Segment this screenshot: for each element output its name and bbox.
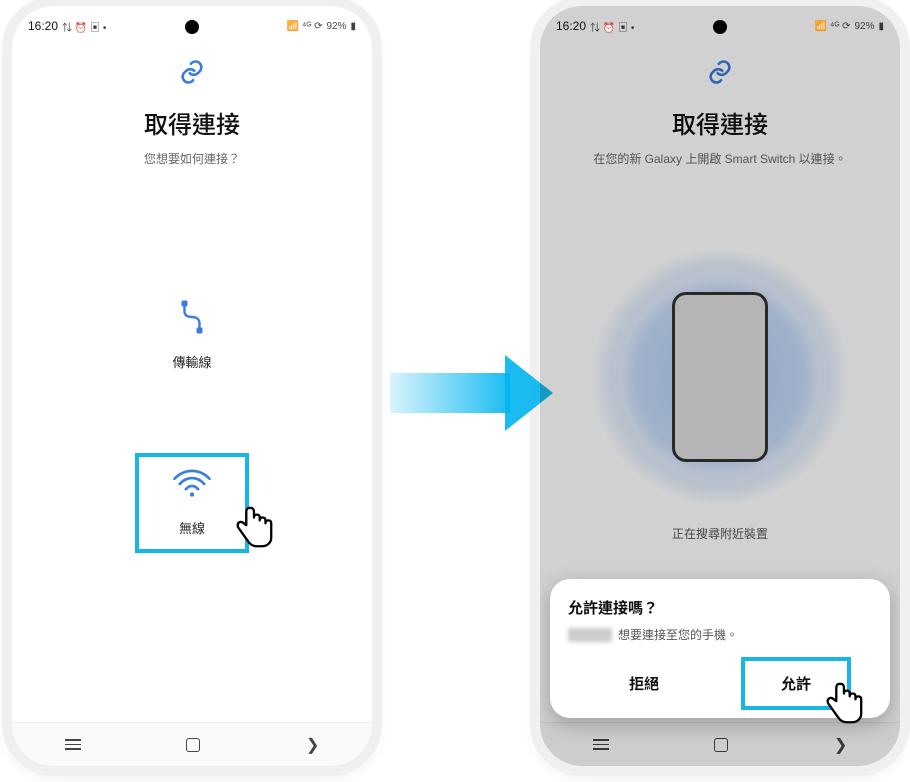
front-camera	[185, 20, 199, 34]
option-cable-label: 傳輸線	[172, 352, 211, 371]
battery-text: 92%	[854, 21, 874, 32]
dialog-message-text: 想要連接至您的手機。	[618, 626, 738, 643]
front-camera	[713, 20, 727, 34]
status-indicators-left: ⇅ ⏰ ▣ •	[590, 19, 634, 34]
page-title: 取得連接	[12, 105, 372, 140]
nav-bar: ❮	[12, 722, 372, 766]
phone-left: 16:20 ⇅ ⏰ ▣ • 📶 ⁴ᴳ ⟳ 92% ▮ 取得連接 您想要如何連接？	[12, 6, 372, 766]
page-subtitle: 您想要如何連接？	[12, 150, 372, 167]
status-indicators-right: 📶 ⁴ᴳ ⟳	[287, 21, 323, 32]
link-icon	[12, 58, 372, 91]
battery-icon: ▮	[350, 21, 356, 32]
cable-icon	[174, 299, 210, 340]
nav-back[interactable]: ❮	[306, 735, 319, 755]
battery-text: 92%	[326, 21, 346, 32]
permission-dialog: 允許連接嗎？ 想要連接至您的手機。 拒絕 允許	[550, 579, 890, 718]
option-wireless-label: 無線	[179, 518, 205, 537]
nav-recent[interactable]	[65, 739, 81, 750]
deny-button[interactable]: 拒絕	[595, 663, 693, 704]
requester-name-redacted	[568, 628, 612, 642]
clock: 16:20	[556, 19, 586, 33]
dialog-title: 允許連接嗎？	[568, 597, 872, 618]
flow-arrow	[390, 355, 560, 431]
allow-button[interactable]: 允許	[747, 663, 845, 704]
status-indicators-left: ⇅ ⏰ ▣ •	[62, 19, 106, 34]
dialog-message: 想要連接至您的手機。	[568, 626, 872, 643]
battery-icon: ▮	[878, 21, 884, 32]
status-indicators-right: 📶 ⁴ᴳ ⟳	[815, 21, 851, 32]
wifi-icon	[171, 467, 213, 506]
option-wireless[interactable]: 無線	[137, 455, 247, 551]
phone-right: 16:20 ⇅ ⏰ ▣ • 📶 ⁴ᴳ ⟳ 92% ▮ 取得連接 在您的新 Gal…	[540, 6, 900, 766]
nav-home[interactable]	[186, 738, 200, 752]
clock: 16:20	[28, 19, 58, 33]
option-cable[interactable]: 傳輸線	[137, 287, 247, 385]
